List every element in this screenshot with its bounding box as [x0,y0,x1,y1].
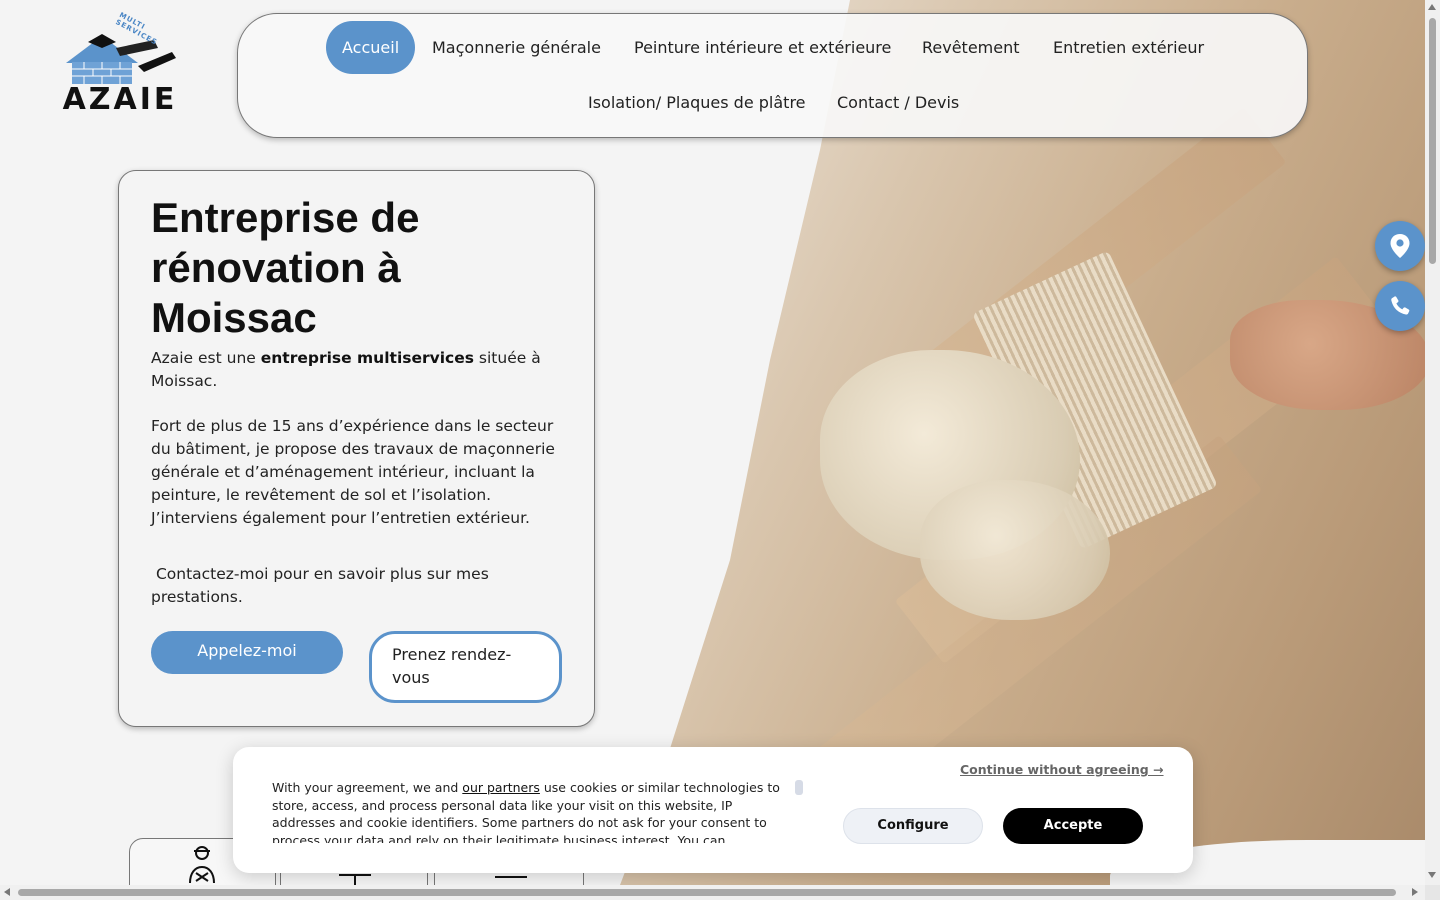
nav-item-peinture[interactable]: Peinture intérieure et extérieure [634,38,891,57]
cookie-message: With your agreement, we and our partners… [272,780,780,843]
call-button[interactable]: Appelez-moi [151,631,343,674]
scrollbar-corner [1425,885,1440,900]
page-title: Entreprise de rénovation à Moissac [151,194,420,341]
scroll-right-arrow-icon[interactable] [1412,888,1418,896]
location-button[interactable] [1375,221,1425,271]
nav-item-entretien[interactable]: Entretien extérieur [1053,38,1204,57]
map-pin-icon [1390,234,1410,258]
scroll-left-arrow-icon[interactable] [4,888,10,896]
cookie-text-scrollbar[interactable] [795,780,803,795]
scroll-up-arrow-icon[interactable] [1428,4,1436,10]
nav-item-accueil[interactable]: Accueil [326,21,416,74]
hero-description: Fort de plus de 15 ans d’expérience dans… [151,417,555,527]
vertical-scroll-thumb[interactable] [1429,18,1436,264]
logo-name: AZAIE [62,82,178,117]
hero-card: Entreprise de rénovation à Moissac Azaie… [118,170,595,727]
hero-intro-bold: entreprise multiservices [260,349,474,367]
horizontal-scroll-thumb[interactable] [18,889,1396,896]
phone-icon [1391,296,1410,315]
worker-icon [189,846,215,884]
accept-button[interactable]: Accepte [1003,808,1143,844]
cookie-banner: With your agreement, we and our partners… [233,747,1193,873]
hero-intro: Azaie est une entreprise multiservices s… [151,349,541,390]
hero-cta-text: Contactez-moi pour en savoir plus sur me… [151,565,494,606]
partners-link[interactable]: our partners [462,780,540,795]
continue-without-agreeing-link[interactable]: Continue without agreeing → [960,762,1164,777]
logo[interactable]: MULTI SERVICES AZAIE [58,11,182,118]
nav-item-maconnerie[interactable]: Maçonnerie générale [432,38,601,57]
phone-button[interactable] [1375,281,1425,331]
vertical-scrollbar[interactable] [1425,0,1440,885]
main-nav: Accueil Maçonnerie générale Peinture int… [237,13,1308,138]
nav-item-contact[interactable]: Contact / Devis [837,93,959,112]
nav-item-isolation[interactable]: Isolation/ Plaques de plâtre [588,93,806,112]
scroll-down-arrow-icon[interactable] [1428,872,1436,878]
configure-button[interactable]: Configure [843,808,983,844]
horizontal-scrollbar[interactable] [0,885,1425,900]
nav-item-revetement[interactable]: Revêtement [922,38,1020,57]
appointment-button[interactable]: Prenez rendez-vous [369,631,562,703]
